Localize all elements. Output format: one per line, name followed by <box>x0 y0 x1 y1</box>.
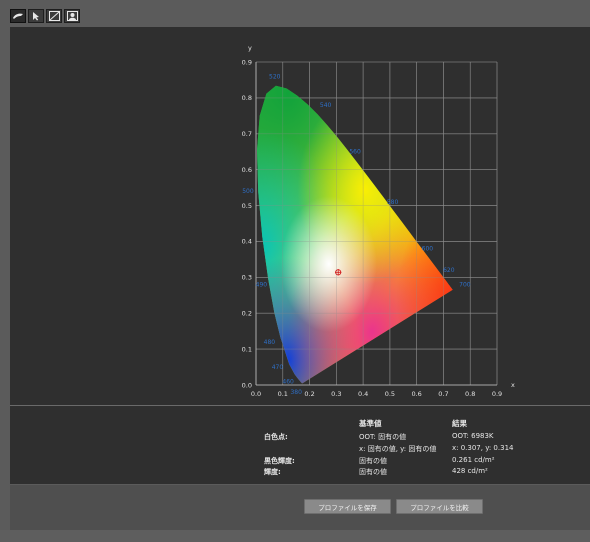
luminance-label: 輝度: <box>264 468 281 476</box>
x-tick-label: 0.8 <box>465 390 475 398</box>
cie-chromaticity-chart: 0.0 0.1 0.2 0.3 0.4 0.5 0.6 0.7 0.8 0.9 0.0 0.1 0.2 0… <box>242 44 515 398</box>
y-tick-label: 0.4 <box>242 238 252 246</box>
y-tick-label: 0.2 <box>242 310 252 318</box>
x-tick-label: 0.0 <box>251 390 261 398</box>
white-point-reference: OOT: 固有の値 <box>359 433 407 441</box>
x-tick-label: 0.5 <box>385 390 395 398</box>
y-tick-label: 0.3 <box>242 274 252 282</box>
y-tick-label: 0.0 <box>242 381 252 389</box>
compare-profile-button[interactable]: プロファイルを比較 <box>396 499 483 514</box>
y-tick-label: 0.8 <box>242 94 252 102</box>
x-axis-label: x <box>511 381 515 389</box>
black-luminance-reference: 固有の値 <box>359 457 387 465</box>
save-profile-button[interactable]: プロファイルを保存 <box>304 499 391 514</box>
x-tick-label: 0.3 <box>331 390 341 398</box>
section-divider <box>10 405 590 406</box>
x-tick-label: 0.7 <box>438 390 448 398</box>
wavelength-label: 700 <box>459 282 471 289</box>
white-point-xy-reference: x: 固有の値, y: 固有の値 <box>359 445 437 453</box>
x-tick-label: 0.1 <box>278 390 288 398</box>
luminance-result: 428 cd/m² <box>452 467 488 475</box>
wavelength-label: 500 <box>242 188 254 195</box>
wavelength-label: 580 <box>387 199 399 206</box>
x-tick-label: 0.2 <box>304 390 314 398</box>
wavelength-label: 380 <box>290 389 302 396</box>
wavelength-label: 480 <box>264 339 276 346</box>
y-tick-label: 0.5 <box>242 202 252 210</box>
wavelength-label: 540 <box>320 102 332 109</box>
y-tick-label: 0.7 <box>242 130 252 138</box>
wavelength-label: 490 <box>256 282 268 289</box>
wavelength-label: 520 <box>269 73 281 80</box>
luminance-reference: 固有の値 <box>359 468 387 476</box>
wavelength-label: 460 <box>282 378 294 385</box>
y-axis-label: y <box>248 44 252 52</box>
reference-column-header: 基準値 <box>359 419 382 428</box>
white-point-result: OOT: 6983K <box>452 432 494 440</box>
footer-bar <box>10 485 590 530</box>
y-tick-label: 0.9 <box>242 58 252 66</box>
wavelength-label: 620 <box>443 267 455 274</box>
white-point-label: 白色点: <box>264 433 288 441</box>
x-tick-label: 0.4 <box>358 390 368 398</box>
white-point-xy-result: x: 0.307, y: 0.314 <box>452 444 514 452</box>
wavelength-label: 600 <box>422 246 434 253</box>
result-column-header: 結果 <box>452 419 467 428</box>
x-tick-label: 0.6 <box>411 390 421 398</box>
wavelength-label: 560 <box>349 149 361 156</box>
wavelength-label: 470 <box>272 364 284 371</box>
y-tick-label: 0.1 <box>242 345 252 353</box>
bottom-strip <box>0 530 590 542</box>
y-tick-label: 0.6 <box>242 166 252 174</box>
black-luminance-label: 黒色輝度: <box>264 457 295 465</box>
x-tick-label: 0.9 <box>492 390 502 398</box>
black-luminance-result: 0.261 cd/m² <box>452 456 495 464</box>
